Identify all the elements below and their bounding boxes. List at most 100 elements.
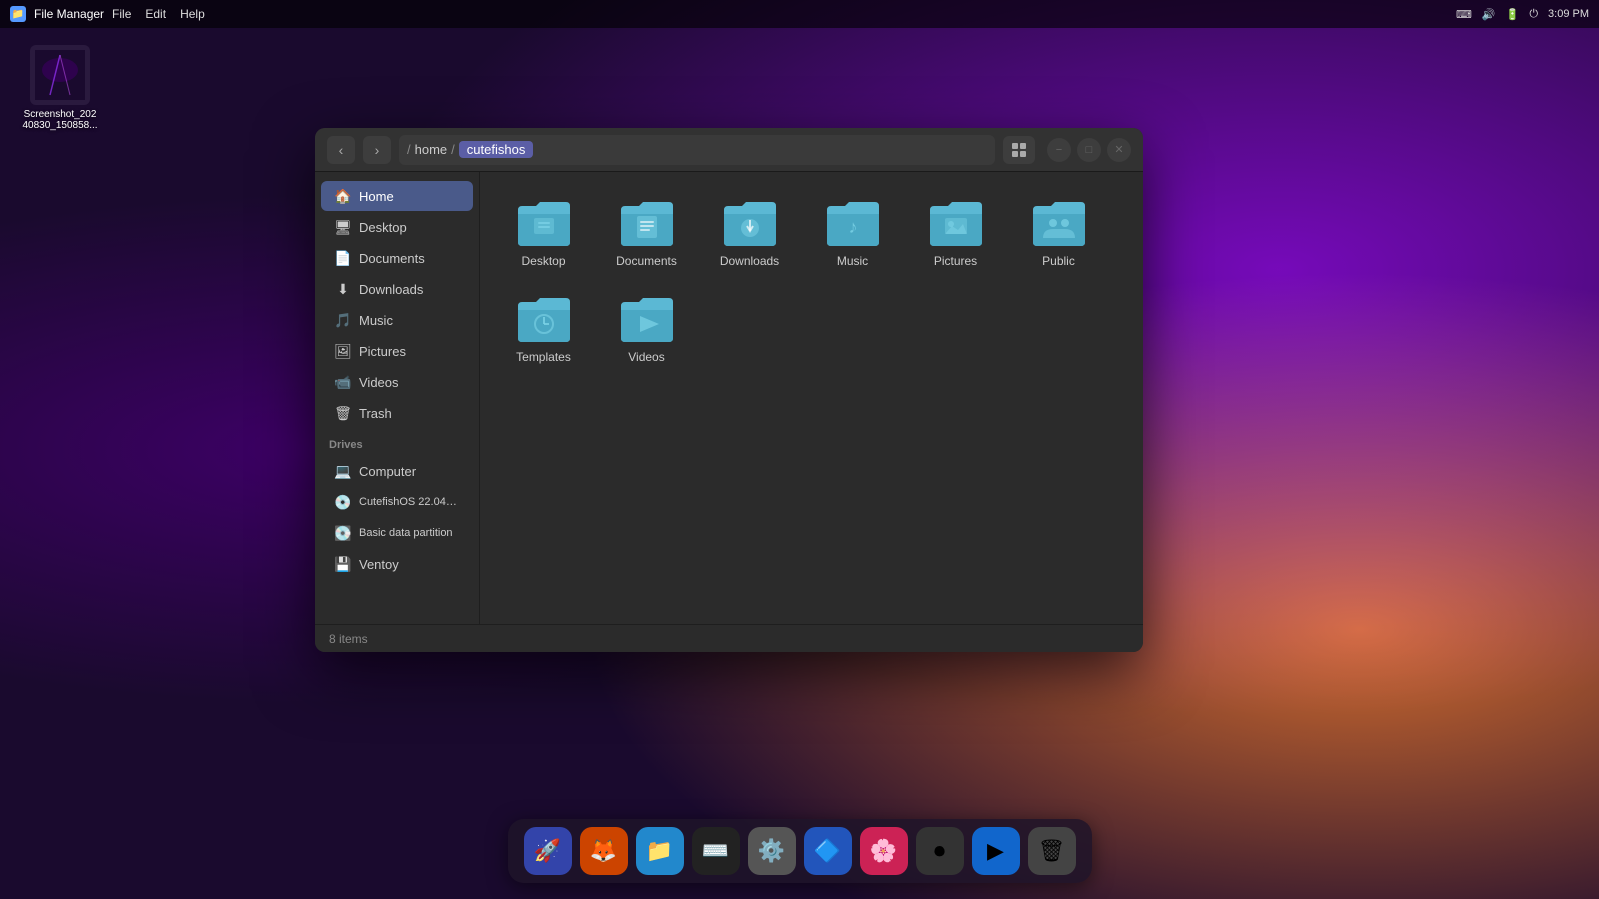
battery-icon: 🔋	[1506, 8, 1520, 21]
minimize-button[interactable]: −	[1047, 138, 1071, 162]
menu-help[interactable]: Help	[180, 7, 205, 21]
folder-public[interactable]: Public	[1011, 188, 1106, 276]
sidebar-videos-label: Videos	[359, 375, 399, 390]
sidebar-item-home[interactable]: 🏠 Home	[321, 181, 473, 211]
address-home[interactable]: home	[415, 142, 448, 157]
dock-files[interactable]: 📁	[636, 827, 684, 875]
file-manager-window: ‹ › / home / cutefishos − □ ✕ 🏠	[315, 128, 1143, 652]
sidebar-item-documents[interactable]: 📄 Documents	[321, 243, 473, 273]
desktop-file-icon[interactable]: Screenshot_20240830_150858...	[20, 45, 100, 131]
power-icon: ⏻	[1529, 8, 1538, 21]
folder-pictures[interactable]: Pictures	[908, 188, 1003, 276]
sidebar-item-pictures[interactable]: 🖼 Pictures	[321, 336, 473, 366]
cutefishos-icon: 💿	[335, 494, 351, 510]
keyboard-icon: ⌨	[1456, 8, 1472, 21]
folder-documents-icon	[617, 196, 677, 248]
folder-templates-icon	[514, 292, 574, 344]
sidebar-computer-label: Computer	[359, 464, 416, 479]
sidebar-desktop-label: Desktop	[359, 220, 407, 235]
dock-backup[interactable]: 🌸	[860, 827, 908, 875]
address-bar[interactable]: / home / cutefishos	[399, 135, 995, 165]
folder-music[interactable]: ♪ Music	[805, 188, 900, 276]
sidebar: 🏠 Home 🖥 Desktop 📄 Documents ⬇ Downloads…	[315, 172, 480, 624]
sidebar-item-basic-data[interactable]: 💽 Basic data partition	[321, 518, 473, 548]
thumbnail-image	[35, 50, 85, 100]
folder-desktop-icon	[514, 196, 574, 248]
folder-pictures-icon	[926, 196, 986, 248]
dock-settings[interactable]: ⚙️	[748, 827, 796, 875]
folder-downloads-label: Downloads	[720, 254, 779, 268]
dock-trash[interactable]: 🗑	[1028, 827, 1076, 875]
forward-button[interactable]: ›	[363, 136, 391, 164]
sound-icon: 🔊	[1482, 8, 1496, 21]
taskbar: 🚀 🦊 📁 ⌨️ ⚙️ 🔷 🌸 ⏺ ▶ 🗑	[508, 819, 1092, 883]
titlebar: ‹ › / home / cutefishos − □ ✕	[315, 128, 1143, 172]
folder-documents[interactable]: Documents	[599, 188, 694, 276]
sidebar-item-computer[interactable]: 💻 Computer	[321, 456, 473, 486]
clock: 3:09 PM	[1548, 8, 1589, 20]
folder-music-label: Music	[837, 254, 868, 268]
trash-icon: 🗑	[335, 405, 351, 421]
top-bar: 📁 File Manager File Edit Help ⌨ 🔊 🔋 ⏻ 3:…	[0, 0, 1599, 28]
menu-file[interactable]: File	[112, 7, 131, 21]
ventoy-icon: 💾	[335, 556, 351, 572]
view-toggle-button[interactable]	[1003, 136, 1035, 164]
folder-public-label: Public	[1042, 254, 1075, 268]
window-controls: − □ ✕	[1047, 138, 1131, 162]
address-sep2: /	[451, 142, 455, 157]
drives-section-label: Drives	[315, 429, 479, 455]
folder-videos[interactable]: Videos	[599, 284, 694, 372]
top-bar-left: 📁 File Manager File Edit Help	[10, 6, 205, 22]
pictures-icon: 🖼	[335, 343, 351, 359]
documents-icon: 📄	[335, 250, 351, 266]
sidebar-item-cutefishos[interactable]: 💿 CutefishOS 22.04.0 20...	[321, 487, 473, 517]
file-grid: Desktop Documents	[480, 172, 1143, 624]
maximize-button[interactable]: □	[1077, 138, 1101, 162]
sidebar-item-music[interactable]: 🎵 Music	[321, 305, 473, 335]
sidebar-item-videos[interactable]: 📹 Videos	[321, 367, 473, 397]
sidebar-item-ventoy[interactable]: 💾 Ventoy	[321, 549, 473, 579]
sidebar-documents-label: Documents	[359, 251, 425, 266]
desktop-icon-label: Screenshot_20240830_150858...	[22, 109, 97, 131]
folder-documents-label: Documents	[616, 254, 677, 268]
folder-desktop[interactable]: Desktop	[496, 188, 591, 276]
sidebar-trash-label: Trash	[359, 406, 392, 421]
sidebar-item-trash[interactable]: 🗑 Trash	[321, 398, 473, 428]
close-button[interactable]: ✕	[1107, 138, 1131, 162]
folder-downloads-icon	[720, 196, 780, 248]
sidebar-home-label: Home	[359, 189, 394, 204]
computer-icon: 💻	[335, 463, 351, 479]
svg-text:♪: ♪	[848, 217, 857, 237]
app-title: File Manager	[34, 7, 104, 21]
dock-store[interactable]: 🔷	[804, 827, 852, 875]
downloads-icon: ⬇	[335, 281, 351, 297]
address-current[interactable]: cutefishos	[459, 141, 534, 158]
folder-templates[interactable]: Templates	[496, 284, 591, 372]
dock-media-player[interactable]: ▶	[972, 827, 1020, 875]
folder-desktop-label: Desktop	[521, 254, 565, 268]
top-bar-menu[interactable]: File Edit Help	[112, 7, 205, 21]
app-icon: 📁	[10, 6, 26, 22]
folder-pictures-label: Pictures	[934, 254, 977, 268]
sidebar-music-label: Music	[359, 313, 393, 328]
desktop-icon-thumbnail	[30, 45, 90, 105]
sidebar-basic-data-label: Basic data partition	[359, 527, 453, 539]
status-bar: 8 items	[315, 624, 1143, 652]
sidebar-item-downloads[interactable]: ⬇ Downloads	[321, 274, 473, 304]
music-icon: 🎵	[335, 312, 351, 328]
dock-launchpad[interactable]: 🚀	[524, 827, 572, 875]
folder-downloads[interactable]: Downloads	[702, 188, 797, 276]
videos-icon: 📹	[335, 374, 351, 390]
top-bar-right: ⌨ 🔊 🔋 ⏻ 3:09 PM	[1456, 8, 1589, 21]
grid-view-icon	[1011, 142, 1027, 158]
dock-terminal[interactable]: ⌨️	[692, 827, 740, 875]
dock-recorder[interactable]: ⏺	[916, 827, 964, 875]
sidebar-cutefishos-label: CutefishOS 22.04.0 20...	[359, 496, 459, 508]
sidebar-item-desktop[interactable]: 🖥 Desktop	[321, 212, 473, 242]
back-button[interactable]: ‹	[327, 136, 355, 164]
menu-edit[interactable]: Edit	[145, 7, 166, 21]
dock-firefox[interactable]: 🦊	[580, 827, 628, 875]
sidebar-ventoy-label: Ventoy	[359, 557, 399, 572]
basic-data-icon: 💽	[335, 525, 351, 541]
sidebar-downloads-label: Downloads	[359, 282, 423, 297]
